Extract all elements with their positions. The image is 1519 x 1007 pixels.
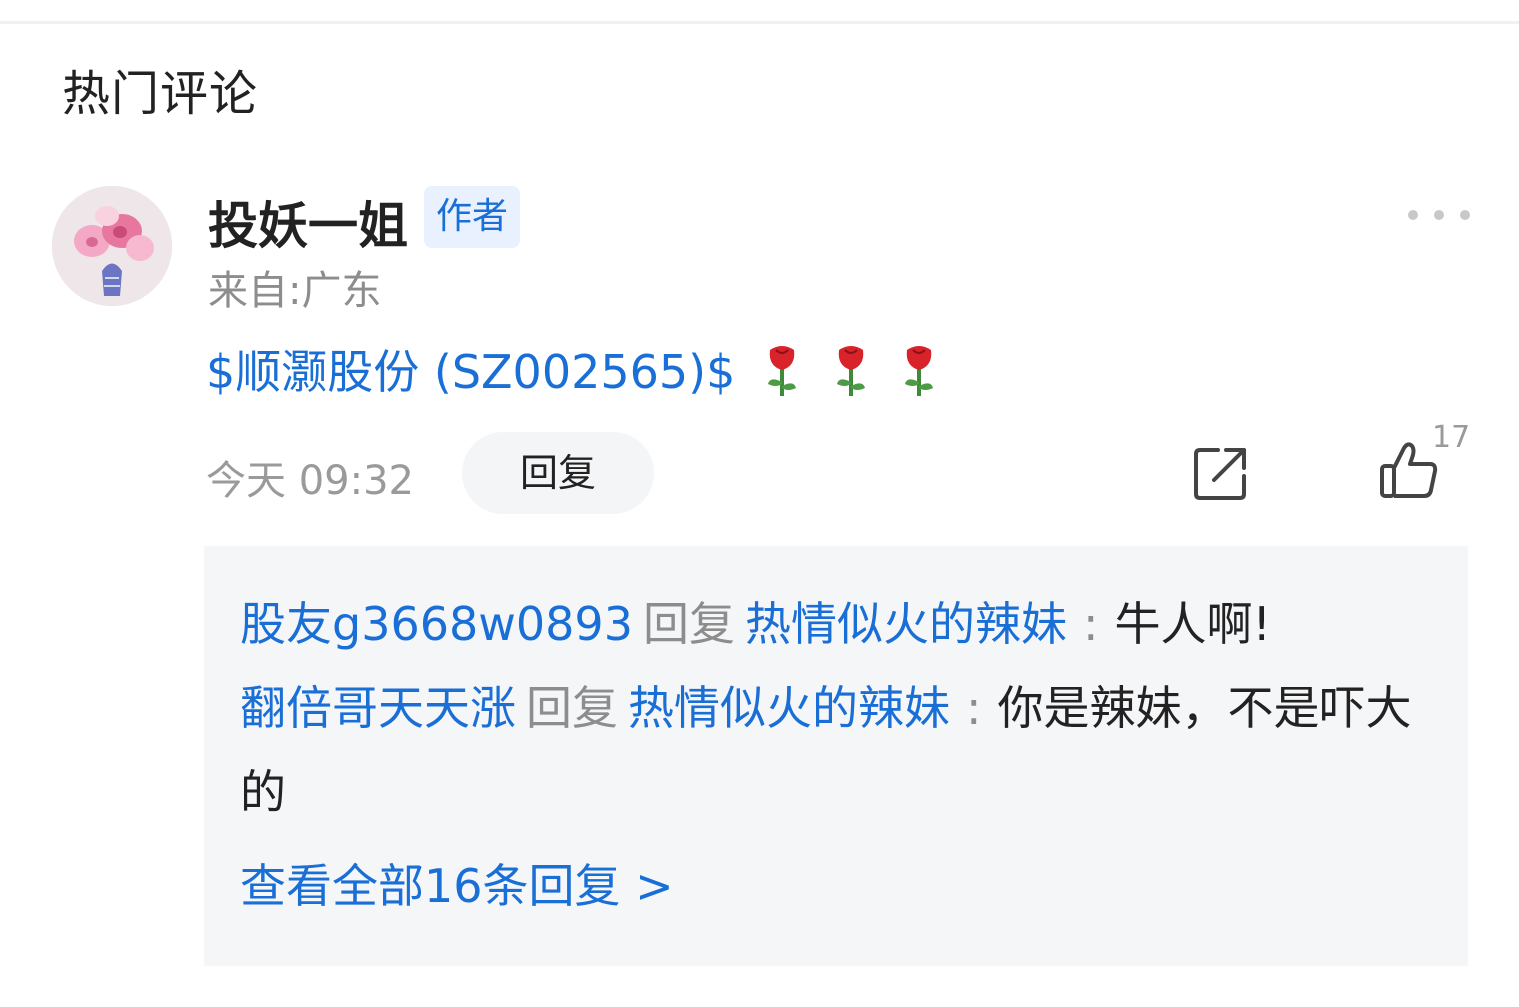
section-title: 热门评论 <box>62 66 259 122</box>
reply-verb: 回复 <box>526 681 618 735</box>
reply-target[interactable]: 热情似火的辣妹 <box>745 597 1067 651</box>
reply-author[interactable]: 股友g3668w0893 <box>240 597 633 651</box>
author-badge: 作者 <box>424 186 520 248</box>
like-count: 17 <box>1432 420 1471 455</box>
thumbs-up-icon[interactable] <box>1378 440 1440 502</box>
stock-link[interactable]: $顺灏股份 (SZ002565)$ <box>206 345 735 399</box>
reply-colon: : <box>966 681 982 735</box>
replies-panel: 股友g3668w0893 回复 热情似火的辣妹: 牛人啊! 翻倍哥天天涨 回复 热情似火的… <box>204 546 1468 966</box>
top-divider <box>0 0 1519 24</box>
reply-button[interactable]: 回复 <box>462 432 654 514</box>
reply-colon: : <box>1082 597 1099 651</box>
reply-author[interactable]: 翻倍哥天天涨 <box>240 681 516 735</box>
avatar[interactable] <box>52 186 172 306</box>
more-dots-icon <box>1434 210 1444 220</box>
more-dots-icon <box>1408 210 1418 220</box>
comment-time: 今天 09:32 <box>206 458 414 504</box>
comments-page: 热门评论 投妖一姐 作者 来自:广东 $顺灏股份 (SZ002565)$ 今天 … <box>0 0 1519 1007</box>
rose-icon <box>767 346 796 396</box>
location-label: 来自:广东 <box>208 268 382 314</box>
rose-icon <box>905 346 934 396</box>
view-all-replies-link[interactable]: 查看全部16条回复 > <box>240 844 1432 928</box>
avatar-flower-image <box>52 186 172 306</box>
reply-item: 股友g3668w0893 回复 热情似火的辣妹: 牛人啊! <box>240 582 1420 666</box>
rose-icon <box>836 346 865 396</box>
more-dots-icon <box>1460 210 1470 220</box>
username[interactable]: 投妖一姐 <box>208 186 408 258</box>
reply-text: 牛人啊! <box>1114 597 1271 651</box>
reply-verb: 回复 <box>642 597 735 651</box>
more-options-button[interactable] <box>1408 200 1470 230</box>
comment-content: $顺灏股份 (SZ002565)$ <box>206 336 941 402</box>
reply-target[interactable]: 热情似火的辣妹 <box>628 681 950 735</box>
share-icon[interactable] <box>1192 444 1250 502</box>
reply-item: 翻倍哥天天涨 回复 热情似火的辣妹: 你是辣妹，不是吓大的 <box>240 666 1420 834</box>
